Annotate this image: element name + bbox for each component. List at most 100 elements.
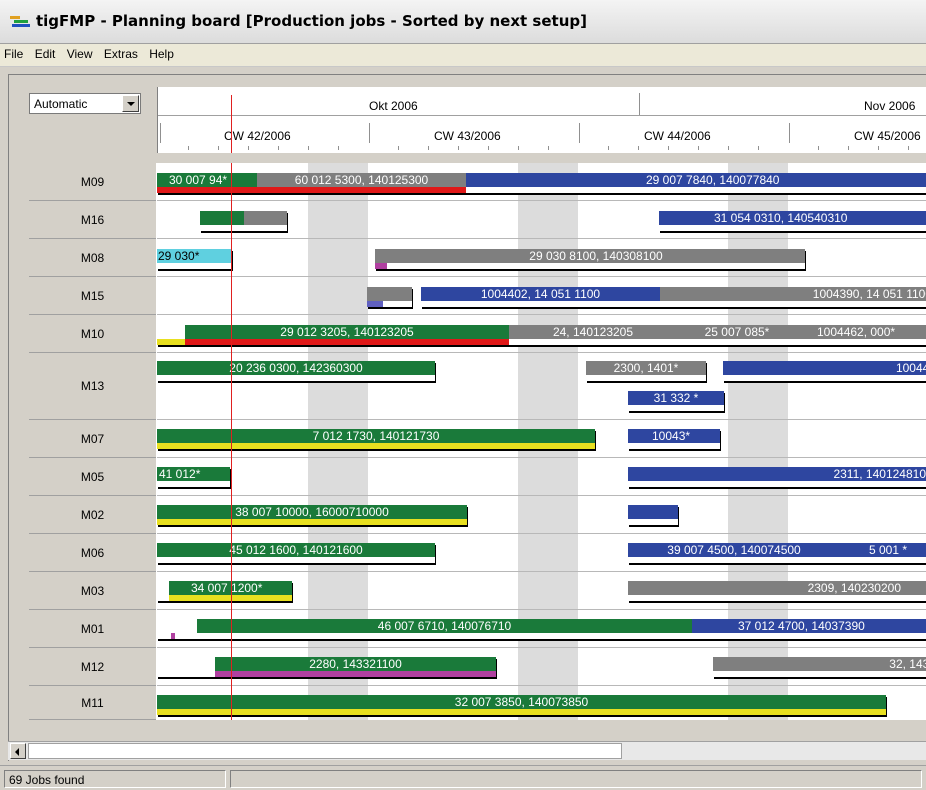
machine-label[interactable]: M10: [29, 315, 156, 353]
menu-extras[interactable]: Extras: [100, 44, 142, 61]
job-label: 2300, 1401*: [613, 361, 679, 375]
horizontal-scrollbar[interactable]: [8, 741, 926, 760]
job-bar[interactable]: 100448: [723, 361, 926, 381]
job-bar[interactable]: [157, 619, 171, 639]
row-divider: [157, 419, 926, 420]
job-bar[interactable]: 46 007 6710, 140076710: [197, 619, 692, 639]
week-separator: [789, 123, 790, 143]
job-label: 41 012*: [159, 467, 201, 481]
job-bar[interactable]: 60 012 5300, 140125300: [257, 173, 466, 193]
job-bar[interactable]: 45 012 1600, 140121600: [157, 543, 435, 563]
menu-view[interactable]: View: [63, 44, 97, 61]
job-bar[interactable]: 30 007 94*: [157, 173, 257, 193]
row-divider: [157, 685, 926, 686]
chevron-down-icon[interactable]: [122, 95, 139, 112]
gantt-rows: M09 M16 M08 M15 M10 M13 M07 M05 M02 M06 …: [29, 163, 926, 720]
machine-label[interactable]: M11: [29, 686, 156, 720]
day-tick: [308, 146, 309, 150]
machine-label[interactable]: M16: [29, 201, 156, 239]
job-bar[interactable]: [367, 287, 383, 307]
day-tick: [698, 146, 699, 150]
job-bar[interactable]: [157, 657, 173, 677]
week-separator: [579, 123, 580, 143]
job-bar[interactable]: 32, 1433: [713, 657, 926, 677]
header-divider: [158, 115, 926, 116]
job-bar[interactable]: [157, 581, 169, 601]
row-divider: [157, 533, 926, 534]
job-bar[interactable]: [200, 211, 244, 231]
job-bar[interactable]: 29 012 3205, 140123205: [185, 325, 509, 345]
week-label-44: CW 44/2006: [644, 129, 711, 143]
job-bar[interactable]: 1004462, 000*: [797, 325, 926, 345]
job-bar[interactable]: 31 332 *: [628, 391, 724, 411]
job-bar[interactable]: 37 012 4700, 14037390: [692, 619, 926, 639]
machine-label[interactable]: M05: [29, 458, 156, 496]
job-bar[interactable]: 5 001 *: [840, 543, 926, 563]
job-bar[interactable]: 41 012*: [157, 467, 230, 487]
machine-label[interactable]: M13: [29, 353, 156, 420]
job-bar[interactable]: 20 236 0300, 142360300: [157, 361, 435, 381]
menu-help[interactable]: Help: [145, 44, 178, 61]
menu-edit[interactable]: Edit: [31, 44, 60, 61]
job-bar[interactable]: [244, 211, 260, 231]
job-bar[interactable]: 1004402, 14 051 1100: [421, 287, 660, 307]
machine-label[interactable]: M06: [29, 534, 156, 572]
today-marker-header: [231, 95, 232, 153]
machine-label[interactable]: M15: [29, 277, 156, 315]
week-label-43: CW 43/2006: [434, 129, 501, 143]
job-label: 29 030 8100, 140308100: [529, 249, 663, 263]
machine-label[interactable]: M12: [29, 648, 156, 686]
machine-label[interactable]: M09: [29, 163, 156, 201]
tigfmp-app-icon: [10, 16, 30, 27]
job-label: 20 236 0300, 142360300: [229, 361, 363, 375]
scroll-thumb[interactable]: [28, 743, 622, 759]
machine-label[interactable]: M01: [29, 610, 156, 648]
job-bar[interactable]: [375, 249, 387, 269]
row-divider: [157, 200, 926, 201]
day-tick: [878, 146, 879, 150]
job-bar[interactable]: 24, 140123205: [509, 325, 677, 345]
job-bar[interactable]: 39 007 4500, 140074500: [628, 543, 840, 563]
job-bar[interactable]: 2280, 143321100: [215, 657, 496, 677]
job-bar[interactable]: 2309, 140230200: [628, 581, 926, 601]
job-bar[interactable]: 2300, 1401*: [586, 361, 706, 381]
job-label: 32 007 3850, 140073850: [454, 695, 589, 709]
month-separator: [639, 93, 640, 115]
row-divider: [157, 276, 926, 277]
timeline-header: Okt 2006 Nov 2006 CW 42/2006 CW 43/2006 …: [157, 87, 926, 153]
menu-file[interactable]: File: [0, 44, 27, 61]
scroll-left-icon[interactable]: [10, 743, 26, 759]
job-label: 30 007 94*: [169, 173, 228, 187]
job-bar[interactable]: 25 007 085*: [677, 325, 797, 345]
status-bar: 69 Jobs found: [0, 765, 926, 790]
job-bar[interactable]: 7 012 1730, 140121730: [157, 429, 595, 449]
job-bar[interactable]: 2311, 140124810: [628, 467, 926, 487]
job-bar[interactable]: [157, 325, 185, 345]
job-bar[interactable]: 10043*: [628, 429, 720, 449]
day-tick: [608, 146, 609, 150]
job-bar[interactable]: [628, 505, 678, 525]
title-bar: tigFMP - Planning board [Production jobs…: [0, 0, 926, 44]
job-bar[interactable]: 29 007 7840, 140077840: [466, 173, 926, 193]
month-label-nov: Nov 2006: [864, 99, 916, 113]
job-label: 31 054 0310, 140540310: [714, 211, 848, 225]
machine-label[interactable]: M02: [29, 496, 156, 534]
day-tick: [518, 146, 519, 150]
job-bar[interactable]: [173, 657, 215, 677]
machine-label[interactable]: M08: [29, 239, 156, 277]
job-bar[interactable]: [383, 287, 412, 307]
machine-label[interactable]: M03: [29, 572, 156, 610]
job-bar[interactable]: [260, 211, 287, 231]
job-bar[interactable]: 29 030 8100, 140308100: [387, 249, 805, 269]
job-bar[interactable]: 1004390, 14 051 1100: [660, 287, 926, 307]
machine-label[interactable]: M07: [29, 420, 156, 458]
day-tick: [218, 146, 219, 150]
job-bar[interactable]: 31 054 0310, 140540310: [659, 211, 926, 231]
job-bar[interactable]: 32 007 3850, 140073850: [157, 695, 886, 715]
view-mode-select[interactable]: Automatic: [29, 93, 141, 114]
job-label: 5 001 *: [868, 543, 908, 557]
job-bar[interactable]: [175, 619, 197, 639]
job-bar[interactable]: 38 007 10000, 16000710000: [157, 505, 467, 525]
job-bar[interactable]: 29 030*: [157, 249, 232, 269]
month-label-oct: Okt 2006: [369, 99, 418, 113]
